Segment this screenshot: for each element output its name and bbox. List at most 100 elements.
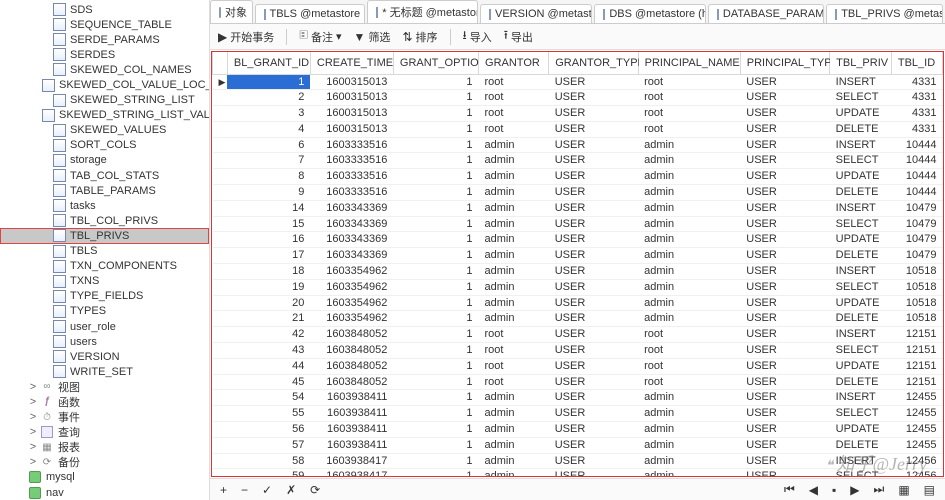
- cell[interactable]: DELETE: [830, 437, 892, 453]
- cell[interactable]: admin: [479, 295, 549, 311]
- cell[interactable]: 12456: [891, 469, 942, 477]
- table-row[interactable]: 1616033433691adminUSERadminUSERUPDATE104…: [213, 232, 943, 248]
- table-row[interactable]: 1916033549621adminUSERadminUSERSELECT105…: [213, 279, 943, 295]
- cell[interactable]: root: [638, 121, 740, 137]
- tree-item-报表[interactable]: >报表: [0, 440, 209, 455]
- cell[interactable]: USER: [740, 279, 829, 295]
- cell[interactable]: USER: [740, 232, 829, 248]
- cell[interactable]: admin: [638, 137, 740, 153]
- cell[interactable]: root: [479, 121, 549, 137]
- column-header-grantor_type[interactable]: GRANTOR_TYPE: [549, 52, 638, 74]
- cell[interactable]: 10479: [891, 248, 942, 264]
- cell[interactable]: USER: [549, 390, 638, 406]
- cell[interactable]: 1: [393, 169, 478, 185]
- cell[interactable]: 12151: [891, 358, 942, 374]
- cell[interactable]: USER: [740, 406, 829, 422]
- cell[interactable]: USER: [549, 121, 638, 137]
- cell[interactable]: 10444: [891, 185, 942, 201]
- cell[interactable]: 1603343369: [310, 200, 393, 216]
- cell[interactable]: USER: [740, 327, 829, 343]
- cell[interactable]: 4: [227, 121, 310, 137]
- column-header-tbl_priv[interactable]: TBL_PRIV: [830, 52, 892, 74]
- cell[interactable]: USER: [740, 295, 829, 311]
- cell[interactable]: admin: [479, 453, 549, 469]
- cell[interactable]: admin: [638, 153, 740, 169]
- cell[interactable]: 1600315013: [310, 121, 393, 137]
- cell[interactable]: USER: [549, 185, 638, 201]
- cell[interactable]: 1603333516: [310, 185, 393, 201]
- cell[interactable]: 1: [393, 232, 478, 248]
- tree-item-txn_components[interactable]: TXN_COMPONENTS: [0, 259, 209, 274]
- cell[interactable]: 1603848052: [310, 327, 393, 343]
- tree-item-skewed_string_list[interactable]: SKEWED_STRING_LIST: [0, 93, 209, 108]
- tree-item-skewed_col_names[interactable]: SKEWED_COL_NAMES: [0, 62, 209, 77]
- cell[interactable]: USER: [740, 74, 829, 90]
- cell[interactable]: SELECT: [830, 153, 892, 169]
- cell[interactable]: admin: [638, 422, 740, 438]
- table-row[interactable]: 616033335161adminUSERadminUSERINSERT1044…: [213, 137, 943, 153]
- cell[interactable]: 1603333516: [310, 137, 393, 153]
- tab--[interactable]: 对象: [210, 0, 253, 23]
- cell[interactable]: 1: [393, 153, 478, 169]
- cell[interactable]: 18: [227, 264, 310, 280]
- cell[interactable]: 12151: [891, 374, 942, 390]
- cell[interactable]: 14: [227, 200, 310, 216]
- cell[interactable]: USER: [549, 106, 638, 122]
- cell[interactable]: admin: [638, 437, 740, 453]
- cell[interactable]: SELECT: [830, 279, 892, 295]
- cell[interactable]: 1603938417: [310, 469, 393, 477]
- cell[interactable]: root: [479, 90, 549, 106]
- cell[interactable]: 10518: [891, 264, 942, 280]
- cell[interactable]: USER: [740, 200, 829, 216]
- cell[interactable]: admin: [479, 248, 549, 264]
- first-page-button[interactable]: ⏮: [782, 482, 797, 497]
- cell[interactable]: admin: [638, 295, 740, 311]
- cell[interactable]: USER: [549, 343, 638, 359]
- cell[interactable]: 20: [227, 295, 310, 311]
- cell[interactable]: 1: [393, 121, 478, 137]
- refresh-button[interactable]: ⟳: [308, 483, 322, 497]
- tree-item-函数[interactable]: >函数: [0, 394, 209, 409]
- cell[interactable]: 9: [227, 185, 310, 201]
- cell[interactable]: UPDATE: [830, 106, 892, 122]
- tree-item-skewed_string_list_values[interactable]: SKEWED_STRING_LIST_VALUES: [0, 108, 209, 123]
- cell[interactable]: 10479: [891, 232, 942, 248]
- cell[interactable]: 1603938411: [310, 390, 393, 406]
- cell[interactable]: USER: [740, 374, 829, 390]
- cell[interactable]: admin: [479, 169, 549, 185]
- cell[interactable]: 1: [393, 453, 478, 469]
- column-header-principal_type[interactable]: PRINCIPAL_TYPE: [740, 52, 829, 74]
- cell[interactable]: USER: [549, 422, 638, 438]
- cell[interactable]: 8: [227, 169, 310, 185]
- object-tree[interactable]: SDSSEQUENCE_TABLESERDE_PARAMSSERDESSKEWE…: [0, 0, 210, 500]
- cell[interactable]: 1: [393, 137, 478, 153]
- cell[interactable]: admin: [479, 311, 549, 327]
- data-grid[interactable]: BL_GRANT_IDCREATE_TIMEGRANT_OPTIONGRANTO…: [212, 52, 943, 477]
- cell[interactable]: 19: [227, 279, 310, 295]
- cell[interactable]: root: [479, 74, 549, 90]
- cell[interactable]: USER: [740, 311, 829, 327]
- column-header-principal_name[interactable]: PRINCIPAL_NAME: [638, 52, 740, 74]
- cancel-button[interactable]: ✗: [284, 483, 298, 497]
- cell[interactable]: 1603333516: [310, 153, 393, 169]
- table-row[interactable]: 4416038480521rootUSERrootUSERUPDATE12151: [213, 358, 943, 374]
- table-row[interactable]: 5816039384171adminUSERadminUSERINSERT124…: [213, 453, 943, 469]
- cell[interactable]: admin: [479, 264, 549, 280]
- cell[interactable]: USER: [740, 106, 829, 122]
- cell[interactable]: admin: [638, 185, 740, 201]
- cell[interactable]: 12455: [891, 437, 942, 453]
- cell[interactable]: 1: [393, 90, 478, 106]
- column-header-tbl_id[interactable]: TBL_ID: [891, 52, 942, 74]
- table-row[interactable]: 5416039384111adminUSERadminUSERINSERT124…: [213, 390, 943, 406]
- cell[interactable]: 1603848052: [310, 374, 393, 390]
- cell[interactable]: 57: [227, 437, 310, 453]
- cell[interactable]: admin: [479, 216, 549, 232]
- cell[interactable]: 1603848052: [310, 343, 393, 359]
- tree-item-sds[interactable]: SDS: [0, 2, 209, 17]
- tab-dbs-metastore-ha-[interactable]: DBS @metastore (ha...✕: [594, 4, 706, 23]
- export-button[interactable]: ⭱导出: [504, 26, 533, 47]
- cell[interactable]: 1603938411: [310, 406, 393, 422]
- cell[interactable]: 12455: [891, 406, 942, 422]
- table-row[interactable]: 2016033549621adminUSERadminUSERUPDATE105…: [213, 295, 943, 311]
- table-row[interactable]: 5516039384111adminUSERadminUSERSELECT124…: [213, 406, 943, 422]
